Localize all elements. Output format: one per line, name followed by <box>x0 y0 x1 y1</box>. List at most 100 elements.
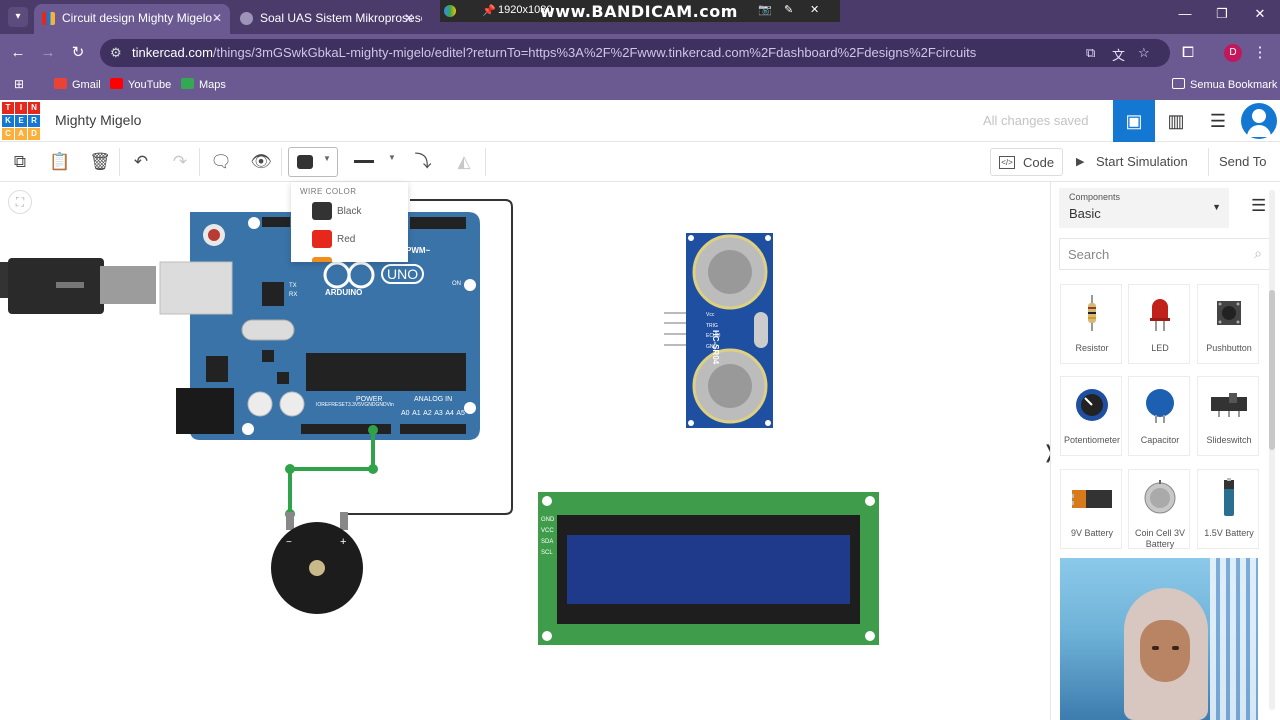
bookmark-maps[interactable]: Maps <box>181 78 226 91</box>
forward-icon[interactable]: → <box>38 43 58 63</box>
component-1-5v-battery[interactable]: 1.5V Battery <box>1197 469 1259 549</box>
component-9v-battery[interactable]: 9V Battery <box>1060 469 1122 549</box>
component-led[interactable]: LED <box>1128 284 1190 364</box>
toolbar-divider <box>281 148 282 176</box>
power-pin-labels: IOREF RESET 3.3V 5V GND GND Vin <box>316 402 394 408</box>
flip-icon[interactable]: ◭ <box>450 148 478 176</box>
chevron-down-icon: ▼ <box>323 154 331 163</box>
on-led-label: ON <box>452 281 461 287</box>
pin-icon: 📌 <box>482 5 496 17</box>
analog-pin-labels: A0 A1 A2 A3 A4 A5 <box>401 410 465 417</box>
wire-color-option-black[interactable]: Black <box>312 202 402 222</box>
minimize-icon[interactable]: — <box>1170 6 1200 21</box>
rotate-icon[interactable]: ⤵ <box>409 148 437 176</box>
delete-icon[interactable]: 🗑 <box>86 148 114 176</box>
browser-tab-tinkercad[interactable]: Circuit design Mighty Migelo - ✕ <box>34 4 230 34</box>
battery-9v-icon <box>1072 490 1112 508</box>
install-app-icon[interactable]: ⧉ <box>1086 45 1095 61</box>
all-bookmarks-folder[interactable]: Semua Bookmark <box>1172 78 1277 91</box>
design-title[interactable]: Mighty Migelo <box>55 112 141 128</box>
code-button[interactable]: </> Code <box>990 148 1064 176</box>
play-icon: ▶ <box>1076 156 1085 168</box>
arduino-brand-label: ARDUINO <box>325 288 363 297</box>
redo-icon[interactable]: ↷ <box>166 148 194 176</box>
undo-icon[interactable]: ↶ <box>127 148 155 176</box>
component-slideswitch[interactable]: Slideswitch <box>1197 376 1259 456</box>
close-window-icon[interactable]: ✕ <box>1245 6 1275 22</box>
extensions-icon[interactable]: ⧠ <box>1178 43 1198 63</box>
start-simulation-button[interactable]: ▶ Start Simulation <box>1066 148 1188 176</box>
copy-icon[interactable]: ⧉ <box>6 148 34 176</box>
profile-avatar[interactable]: D <box>1224 44 1242 62</box>
component-coin-cell-battery[interactable]: Coin Cell 3V Battery <box>1128 469 1190 549</box>
lcd-16x2[interactable] <box>538 492 879 645</box>
analog-in-label: ANALOG IN <box>414 396 453 403</box>
code-icon: </> <box>999 156 1015 169</box>
site-info-icon[interactable]: ⚙ <box>110 45 122 61</box>
component-search[interactable]: ⌕ <box>1059 238 1271 270</box>
gmail-icon <box>54 78 67 89</box>
wire-type-icon <box>354 160 374 163</box>
component-pushbutton[interactable]: Pushbutton <box>1197 284 1259 364</box>
color-swatch-partial[interactable] <box>312 257 332 262</box>
close-tab-icon[interactable]: ✕ <box>404 4 414 32</box>
component-resistor[interactable]: Resistor <box>1060 284 1122 364</box>
wire-color-popup: WIRE COLOR Black Red <box>291 182 408 262</box>
youtube-icon <box>110 78 123 89</box>
sidebar-scrollbar[interactable] <box>1269 190 1275 710</box>
toolbar-divider <box>199 148 200 176</box>
url-text: tinkercad.com/things/3mGSwkGbkaL-mighty-… <box>132 45 977 60</box>
scrollbar-thumb[interactable] <box>1269 290 1275 450</box>
back-icon[interactable]: ← <box>8 43 28 63</box>
notes-icon[interactable]: 🗨 <box>207 148 235 176</box>
tinkercad-logo[interactable]: TIN KER CAD <box>2 102 40 140</box>
menu-icon[interactable]: ⋮ <box>1250 43 1270 63</box>
component-list-button[interactable]: ☰ <box>1197 100 1239 142</box>
address-bar-row: ← → ↻ ⚙ tinkercad.com/things/3mGSwkGbkaL… <box>0 34 1280 72</box>
bookmark-gmail[interactable]: Gmail <box>54 78 101 91</box>
notes-visibility-icon[interactable]: 👁 <box>247 148 275 176</box>
wire-color-option-red[interactable]: Red <box>312 230 402 250</box>
bookmark-star-icon[interactable]: ☆ <box>1138 45 1150 61</box>
url-field[interactable]: ⚙ tinkercad.com/things/3mGSwkGbkaL-might… <box>100 39 1170 67</box>
components-dropdown[interactable]: Components Basic ▼ <box>1059 188 1229 228</box>
user-avatar[interactable] <box>1241 103 1277 139</box>
close-tab-icon[interactable]: ✕ <box>212 4 222 32</box>
maximize-icon[interactable]: ❐ <box>1207 6 1237 22</box>
circuit-canvas[interactable]: ⛶ ARDUINO UNO PWM~ POWER ANALOG IN ON TX… <box>0 182 1057 720</box>
component-potentiometer[interactable]: Potentiometer <box>1060 376 1122 456</box>
toolbar-divider <box>485 148 486 176</box>
webcam-overlay <box>1060 558 1258 720</box>
tinkercad-header: TIN KER CAD Mighty Migelo All changes sa… <box>0 100 1280 142</box>
circuit-drawing <box>0 199 879 645</box>
schematic-view-button[interactable]: ▥ <box>1155 100 1197 142</box>
send-to-button[interactable]: Send To <box>1208 148 1276 176</box>
piezo-buzzer[interactable] <box>271 512 363 614</box>
reload-icon[interactable]: ↻ <box>68 43 88 63</box>
browser-tabbar: ▾ Circuit design Mighty Migelo - ✕ Soal … <box>0 0 1280 34</box>
bookmark-youtube[interactable]: YouTube <box>110 78 171 91</box>
maps-icon <box>181 78 194 89</box>
tab-title: Soal UAS Sistem Mikroprosesor <box>260 11 422 25</box>
browser-tab-soal[interactable]: Soal UAS Sistem Mikroprosesor ✕ <box>232 4 422 34</box>
hc-sr04-model-label: HC-SR04 <box>711 330 720 365</box>
apps-grid-icon[interactable]: ⊞ <box>14 77 24 91</box>
tab-title: Circuit design Mighty Migelo - <box>62 11 220 25</box>
translate-icon[interactable]: 文 <box>1112 45 1125 64</box>
globe-favicon-icon <box>240 12 253 25</box>
color-swatch <box>312 202 332 220</box>
wire-color-dropdown[interactable]: ▼ <box>288 147 338 177</box>
search-input[interactable] <box>1060 239 1240 269</box>
toolbar-divider <box>119 148 120 176</box>
component-capacitor[interactable]: Capacitor <box>1128 376 1190 456</box>
paste-icon[interactable]: 📋 <box>46 148 74 176</box>
folder-icon <box>1172 78 1185 89</box>
wire-type-dropdown[interactable]: ▼ <box>350 147 400 177</box>
coin-cell-icon <box>1144 480 1176 514</box>
circuit-view-button[interactable]: ▣ <box>1113 100 1155 142</box>
tab-search-button[interactable]: ▾ <box>8 7 28 27</box>
buzzer-negative-label: − <box>286 537 292 548</box>
save-status: All changes saved <box>983 113 1089 128</box>
arduino-model-label: UNO <box>381 264 425 284</box>
list-view-icon[interactable]: ☰ <box>1251 196 1266 216</box>
